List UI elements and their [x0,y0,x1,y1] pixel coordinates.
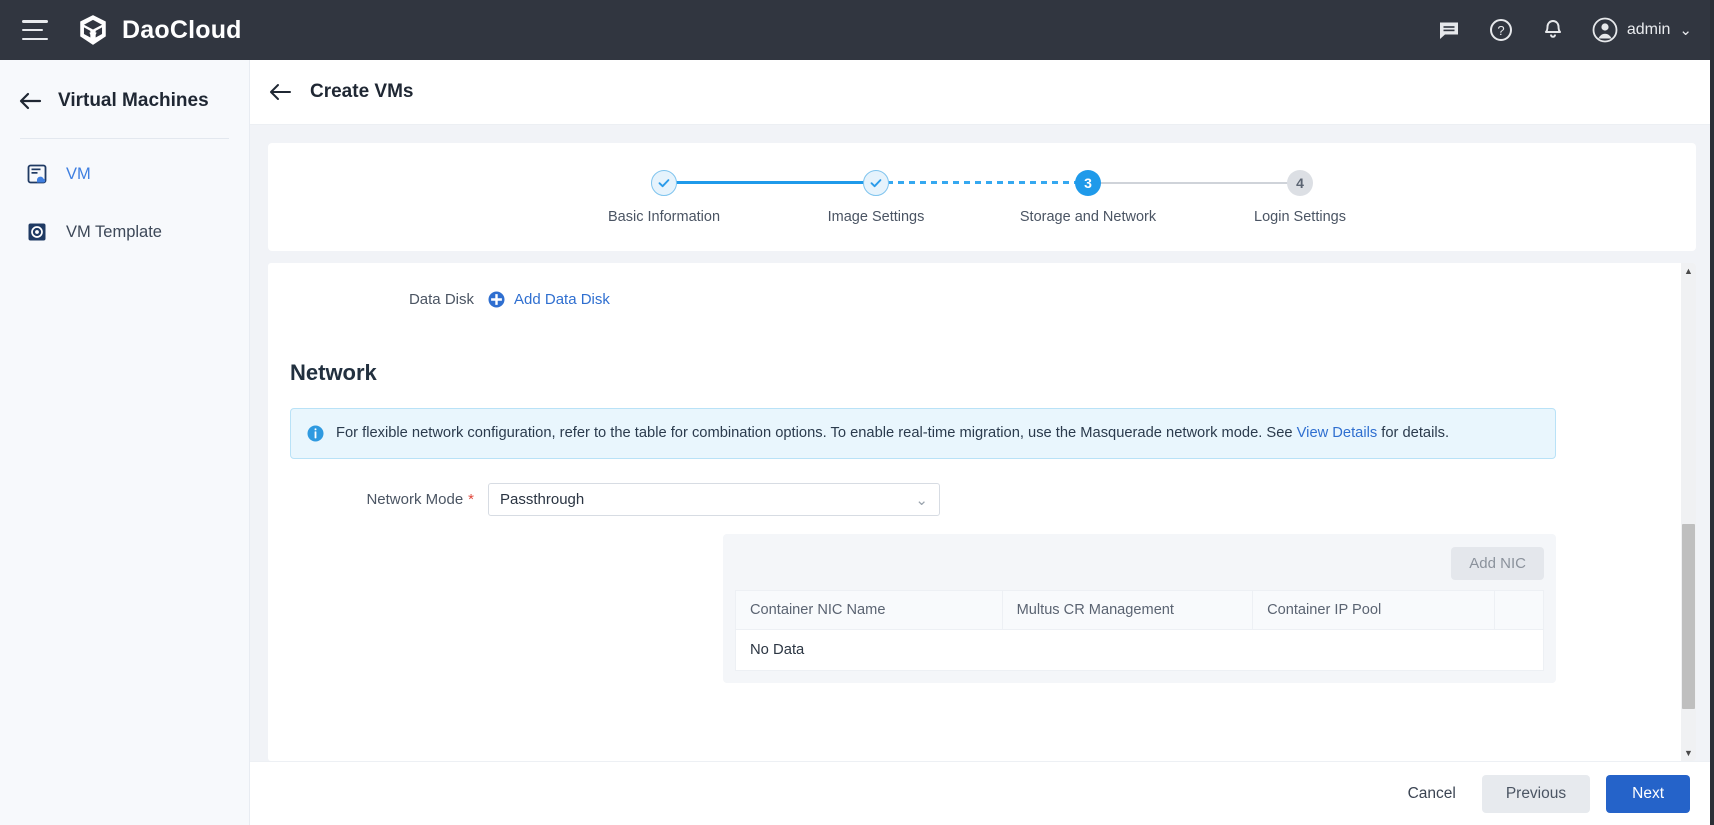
page-title: Create VMs [310,81,414,102]
step-label: Storage and Network [1019,208,1157,225]
sidebar-item-vm-template[interactable]: VM Template [0,209,249,255]
network-mode-select[interactable]: Passthrough ⌄ [488,483,940,516]
user-menu[interactable]: admin ⌄ [1592,17,1692,43]
step-connector-2 [876,170,1088,196]
scrollbar-thumb[interactable] [1682,524,1695,709]
nic-table: Container NIC Name Multus CR Management … [735,590,1544,671]
data-disk-row: Data Disk Add Data Disk [268,285,1696,313]
bell-icon[interactable] [1540,17,1566,43]
info-icon [307,425,324,442]
help-icon[interactable]: ? [1488,17,1514,43]
nic-panel: Add NIC Container NIC Name Multus CR Man… [723,534,1556,683]
sidebar-title: Virtual Machines [58,90,209,111]
step-marker [651,169,677,196]
chat-icon[interactable] [1436,17,1462,43]
network-section-title: Network [290,360,377,385]
arrow-left-icon[interactable] [18,91,42,111]
chevron-down-icon: ⌄ [915,491,928,509]
step-marker: 3 [1075,169,1101,196]
column-container-ip-pool: Container IP Pool [1252,590,1496,630]
footer-actions: Cancel Previous Next [250,761,1714,825]
scroll-down-arrow-icon[interactable]: ▼ [1684,745,1693,761]
window-edge-sliver [1710,0,1714,825]
form-scrollbar[interactable]: ▲ ▼ [1681,263,1696,761]
step-marker: 4 [1287,169,1313,196]
daocloud-logo-icon [80,15,106,45]
nic-table-body: No Data [735,629,1544,671]
step-marker [863,169,889,196]
sidebar-item-vm[interactable]: VM [0,151,249,197]
network-mode-label: Network Mode * [268,491,488,508]
view-details-link[interactable]: View Details [1297,425,1378,441]
stepper: Basic Information Image Settings 3 Stora… [608,169,1346,225]
nic-table-header-row: Container NIC Name Multus CR Management … [735,590,1544,630]
cancel-button[interactable]: Cancel [1398,776,1466,812]
network-mode-value: Passthrough [500,491,585,508]
required-asterisk: * [468,491,474,508]
nic-toolbar: Add NIC [735,544,1544,590]
user-name: admin [1626,21,1671,38]
scroll-up-arrow-icon[interactable]: ▲ [1684,263,1693,279]
avatar-icon [1592,17,1618,43]
sidebar-header: Virtual Machines [0,60,249,112]
step-connector-1 [664,170,876,196]
add-data-disk-button[interactable]: Add Data Disk [488,291,610,308]
network-info-text: For flexible network configuration, refe… [336,423,1449,444]
app-window: DaoCloud ? admin ⌄ Virtual Machines VM V… [0,0,1714,825]
form-card: Data Disk Add Data Disk Network For flex… [268,263,1696,761]
next-button[interactable]: Next [1606,774,1690,813]
step-label: Image Settings [827,208,925,225]
scroll-area: Basic Information Image Settings 3 Stora… [250,125,1714,761]
no-data-cell: No Data [735,629,1544,671]
form-content: Data Disk Add Data Disk Network For flex… [268,263,1696,761]
nic-table-head: Container NIC Name Multus CR Management … [735,590,1544,630]
step-connector-3 [1088,170,1300,196]
step-label: Login Settings [1254,208,1346,225]
page-header: Create VMs [250,60,1714,125]
top-bar: DaoCloud ? admin ⌄ [0,0,1714,60]
brand-logo-block[interactable]: DaoCloud [76,13,242,47]
vm-icon [27,164,47,184]
add-nic-button[interactable]: Add NIC [1451,547,1544,580]
add-data-disk-label: Add Data Disk [514,290,610,308]
svg-text:?: ? [1497,23,1504,38]
step-label: Basic Information [607,208,721,225]
scrollbar-track[interactable] [1681,279,1696,745]
column-actions [1494,590,1544,630]
info-text-before: For flexible network configuration, refe… [336,425,1297,441]
network-mode-label-text: Network Mode [366,491,464,508]
content-area: Create VMs Basic Information Image Setti… [250,60,1714,825]
hamburger-icon[interactable] [22,20,48,40]
data-disk-label: Data Disk [408,290,474,308]
brand-name: DaoCloud [122,15,242,44]
column-container-nic-name: Container NIC Name [735,590,1003,630]
info-text-after: for details. [1377,425,1450,441]
top-bar-actions: ? admin ⌄ [1436,17,1714,43]
add-circle-icon [488,291,505,307]
column-multus-cr-management: Multus CR Management [1001,590,1254,630]
network-info-banner: For flexible network configuration, refe… [290,408,1556,459]
stepper-card: Basic Information Image Settings 3 Stora… [268,143,1696,251]
table-row-empty: No Data [735,629,1544,671]
check-icon [870,178,882,187]
network-mode-row: Network Mode * Passthrough ⌄ [268,483,1696,516]
sidebar-item-label: VM Template [66,222,162,241]
previous-button[interactable]: Previous [1481,774,1591,813]
sidebar: Virtual Machines VM VM Template [0,60,250,825]
chevron-down-icon[interactable]: ⌄ [1679,21,1692,39]
arrow-left-icon[interactable] [268,82,292,102]
sidebar-item-label: VM [66,164,91,183]
vm-template-icon [28,223,46,241]
sidebar-divider [20,138,229,139]
check-icon [658,178,670,187]
